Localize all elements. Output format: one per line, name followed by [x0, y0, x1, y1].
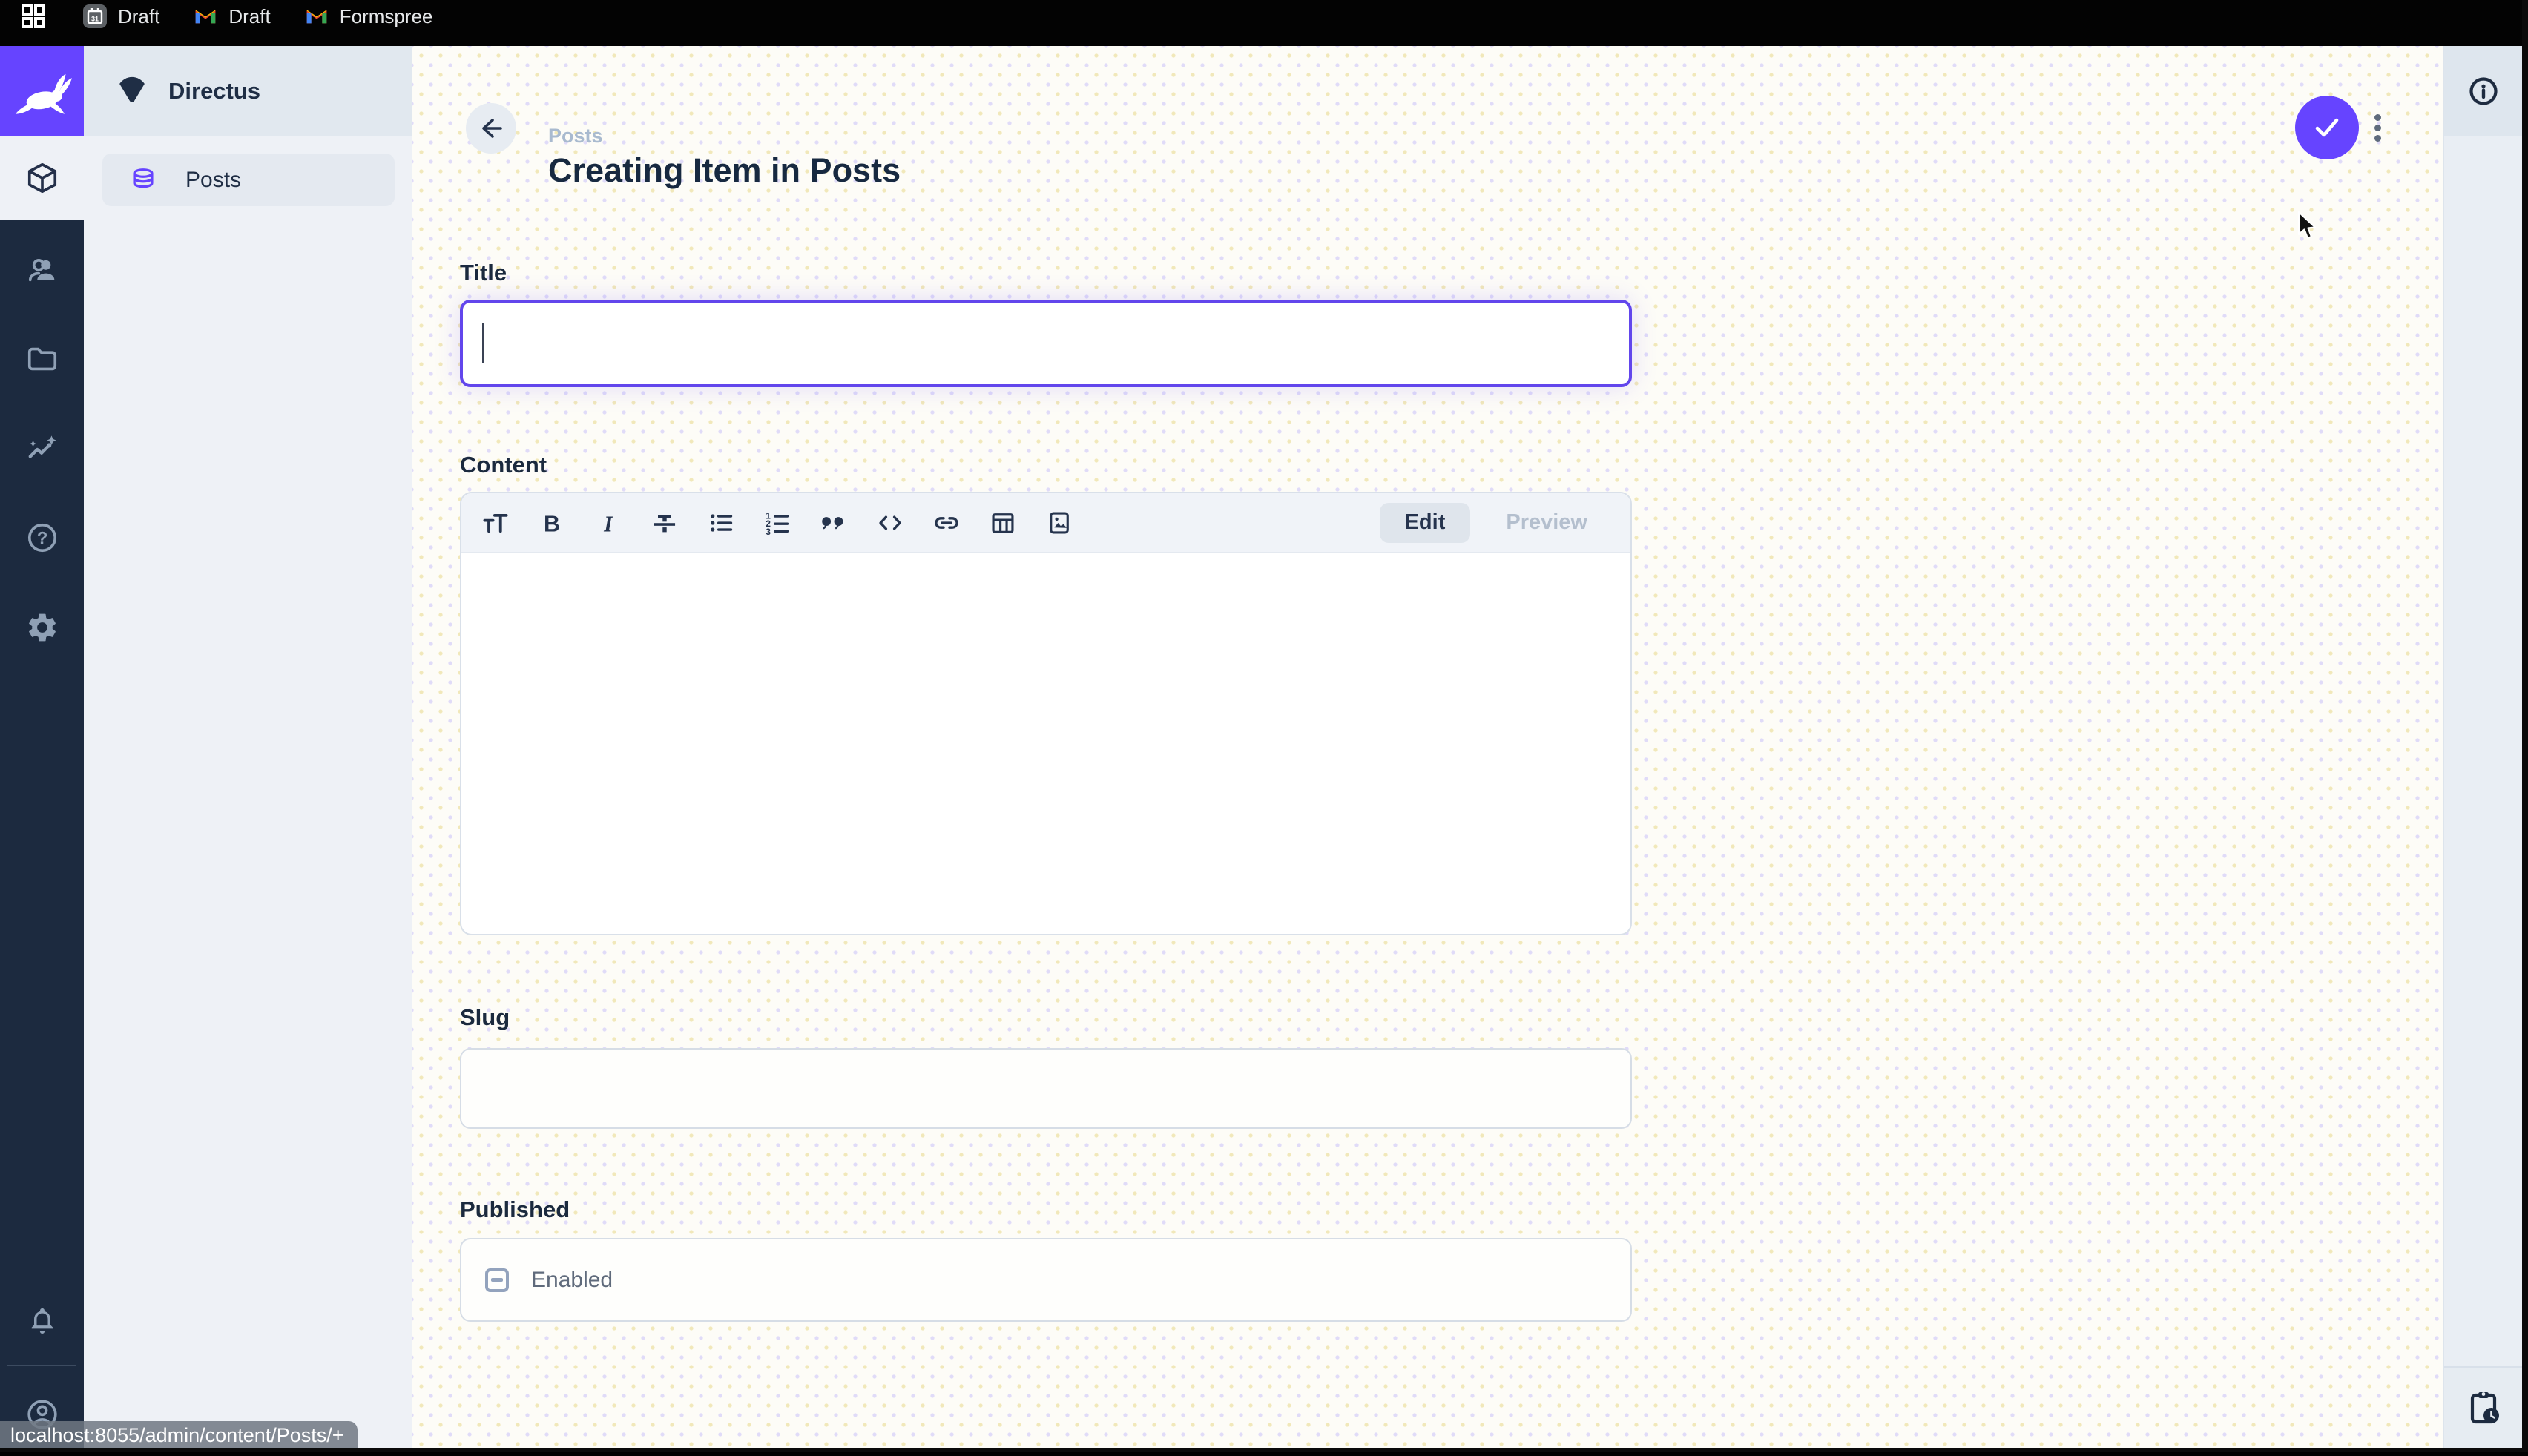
published-checkbox-indeterminate[interactable]	[485, 1268, 509, 1292]
published-field-label: Published	[460, 1196, 570, 1223]
module-users[interactable]	[0, 228, 84, 312]
status-url-tooltip: localhost:8055/admin/content/Posts/+	[0, 1421, 358, 1449]
save-button[interactable]	[2295, 96, 2359, 159]
published-field: Enabled	[460, 1238, 1632, 1322]
image-icon[interactable]	[1031, 494, 1087, 552]
module-content[interactable]	[0, 136, 84, 220]
gear-icon	[25, 610, 59, 645]
project-chooser[interactable]: Directus	[84, 46, 412, 136]
database-icon	[129, 166, 157, 194]
info-sidebar-button[interactable]	[2467, 75, 2500, 108]
strikethrough-icon[interactable]	[636, 494, 693, 552]
browser-tab-label: Draft	[118, 5, 159, 28]
slug-field-label: Slug	[460, 1004, 510, 1031]
preview-mode-button[interactable]: Preview	[1481, 503, 1613, 543]
gmail-favicon	[194, 4, 217, 28]
back-button[interactable]	[466, 103, 516, 154]
browser-tab-bar: 31 Draft Draft	[0, 0, 2528, 46]
numbered-list-icon[interactable]: 1 2 3	[749, 494, 806, 552]
content-field-label: Content	[460, 452, 547, 478]
more-options-button[interactable]	[2360, 110, 2395, 145]
text-caret	[482, 323, 484, 363]
title-field-label: Title	[460, 260, 507, 286]
module-insights[interactable]	[0, 406, 84, 490]
clipboard-clock-icon	[2464, 1389, 2503, 1427]
svg-text:?: ?	[36, 528, 47, 548]
mouse-cursor	[2297, 211, 2322, 243]
browser-tab-draft-gmail[interactable]: Draft	[194, 4, 270, 28]
gmail-favicon	[305, 4, 329, 28]
content-editor-body[interactable]	[461, 555, 1630, 934]
folder-icon	[25, 342, 59, 376]
bell-icon	[26, 1304, 59, 1337]
svg-text:B: B	[544, 512, 560, 536]
table-icon[interactable]	[975, 494, 1031, 552]
breadcrumb[interactable]: Posts	[548, 125, 603, 148]
box-icon	[25, 161, 59, 195]
editor-toolbar: B I 1	[461, 493, 1630, 553]
insights-icon	[25, 432, 59, 466]
sidebar-item-posts[interactable]: Posts	[102, 154, 395, 206]
right-rail-header	[2444, 46, 2522, 136]
arrow-left-icon	[476, 113, 506, 143]
bold-icon[interactable]: B	[524, 494, 580, 552]
svg-text:31: 31	[91, 16, 99, 23]
code-icon[interactable]	[862, 494, 918, 552]
slug-input[interactable]	[460, 1048, 1632, 1129]
link-icon[interactable]	[918, 494, 975, 552]
published-checkbox-label: Enabled	[531, 1268, 613, 1293]
blockquote-icon[interactable]	[806, 494, 862, 552]
rabbit-logo-icon	[13, 67, 72, 115]
right-rail	[2443, 46, 2522, 1452]
browser-tab-draft-calendar[interactable]: 31 Draft	[83, 4, 159, 28]
shield-icon	[115, 74, 149, 108]
browser-tab-label: Draft	[228, 5, 270, 28]
help-icon: ?	[25, 521, 59, 555]
dot	[2374, 125, 2381, 131]
window-edge-bottom	[0, 1448, 2528, 1452]
check-icon	[2310, 111, 2344, 145]
page-title: Creating Item in Posts	[548, 151, 901, 190]
wysiwyg-editor: B I 1	[460, 492, 1632, 935]
text-size-icon[interactable]	[467, 494, 524, 552]
module-bar: ?	[0, 46, 84, 1452]
app-grid-icon[interactable]	[19, 2, 47, 30]
browser-tab-label: Formspree	[340, 5, 433, 28]
minus-icon	[491, 1278, 503, 1282]
bulleted-list-icon[interactable]	[693, 494, 749, 552]
sidebar-item-label: Posts	[185, 168, 241, 193]
project-name: Directus	[168, 78, 260, 105]
main-content: Posts Creating Item in Posts Title Conte…	[412, 46, 2443, 1452]
calendar-favicon: 31	[83, 4, 107, 28]
people-icon	[25, 253, 59, 287]
module-settings[interactable]	[0, 585, 84, 669]
module-docs[interactable]: ?	[0, 495, 84, 579]
title-input[interactable]	[460, 300, 1632, 387]
activity-sidebar-button[interactable]	[2464, 1389, 2503, 1427]
right-rail-footer	[2444, 1366, 2522, 1448]
dot	[2374, 114, 2381, 121]
info-icon	[2467, 75, 2500, 108]
nav-sidebar: Directus Posts	[84, 46, 412, 1452]
italic-icon[interactable]: I	[580, 494, 636, 552]
module-files[interactable]	[0, 317, 84, 401]
dot	[2374, 135, 2381, 142]
status-url-text: localhost:8055/admin/content/Posts/+	[10, 1424, 344, 1447]
svg-text:3: 3	[766, 526, 771, 536]
svg-text:I: I	[603, 511, 613, 536]
notifications-button[interactable]	[0, 1278, 84, 1362]
directus-logo[interactable]	[0, 46, 84, 136]
edit-mode-button[interactable]: Edit	[1380, 503, 1471, 543]
module-bar-divider	[7, 1365, 76, 1366]
browser-tab-formspree[interactable]: Formspree	[305, 4, 433, 28]
window-edge-right	[2522, 0, 2528, 1452]
